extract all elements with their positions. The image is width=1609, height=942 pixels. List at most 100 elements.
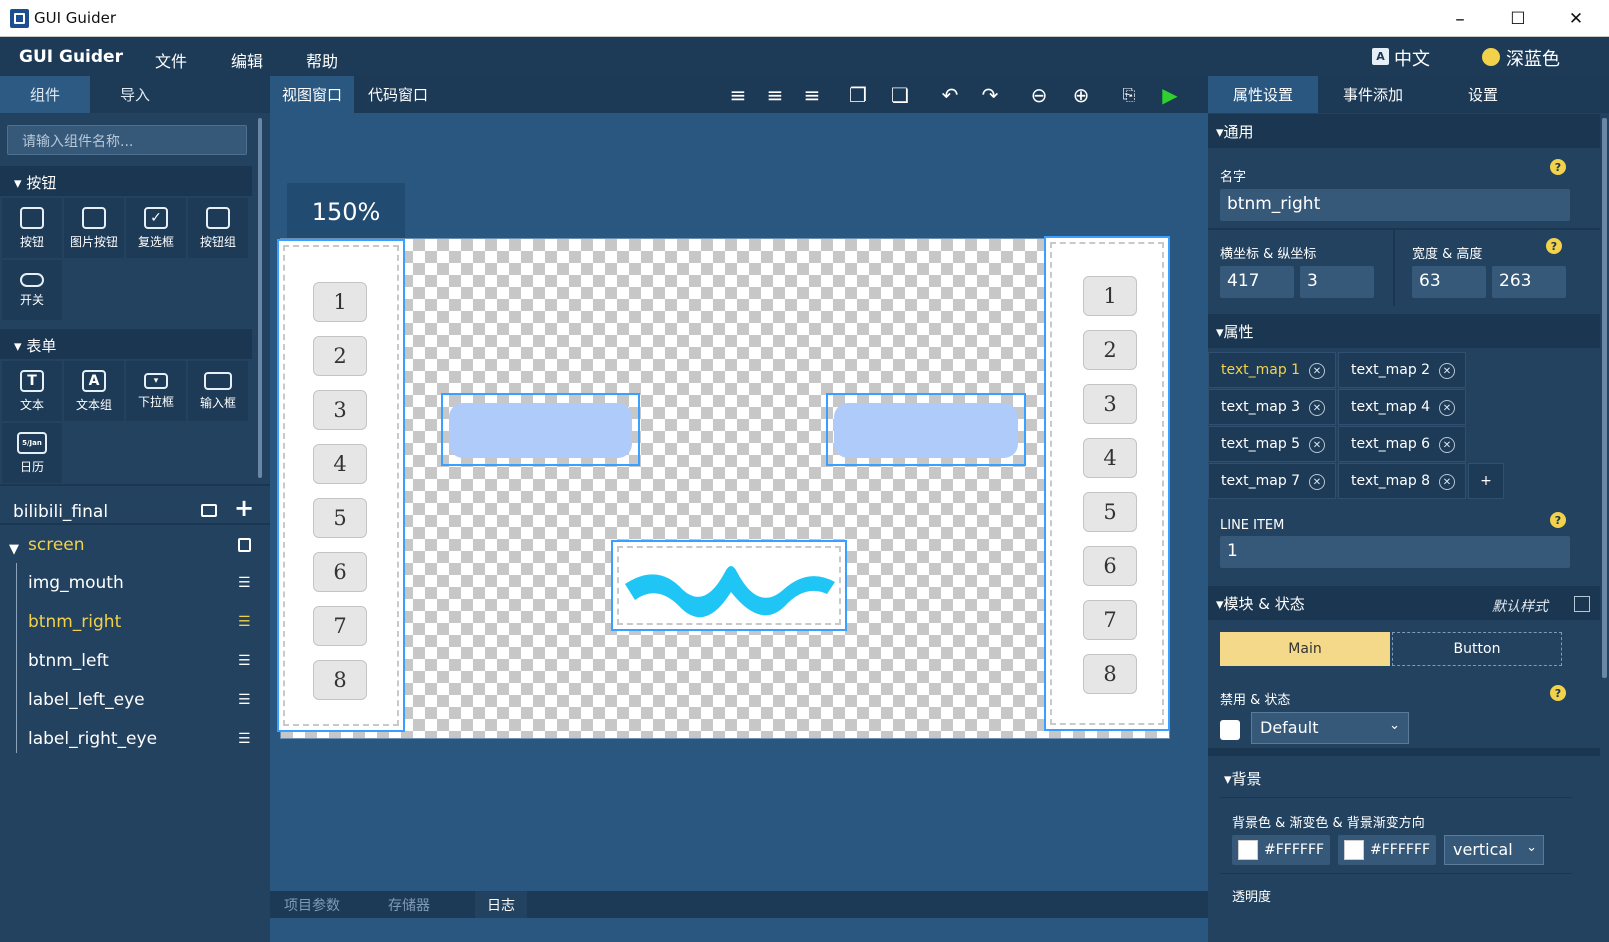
y-input[interactable]: 3 [1300,266,1374,298]
run-icon[interactable]: ▶ [1158,83,1182,107]
undo-icon[interactable]: ↶ [938,83,962,107]
btnm-right[interactable]: 1 2 3 4 5 6 7 8 [1044,236,1170,731]
layer-icon[interactable]: ☰ [238,692,256,708]
help-icon[interactable]: ? [1550,512,1566,528]
widget-button-group[interactable]: 按钮组 [188,198,248,258]
theme-button[interactable]: 深蓝色 [1506,45,1560,71]
close-icon[interactable]: ✕ [1309,400,1325,416]
widget-button[interactable]: 按钮 [2,198,62,258]
folder-icon[interactable] [201,504,217,517]
section-buttons[interactable]: ▾ 按钮 [0,166,252,196]
menu-file[interactable]: 文件 [155,48,187,72]
key-right[interactable]: 4 [1083,438,1137,478]
key-right[interactable]: 5 [1083,492,1137,532]
tree-root-screen[interactable]: screen [28,535,85,555]
widget-text-group[interactable]: A 文本组 [64,361,124,421]
bg-color-picker[interactable]: #FFFFFF [1232,835,1330,865]
tab-properties[interactable]: 属性设置 [1208,76,1318,113]
key-left[interactable]: 4 [313,444,367,484]
part-main-button[interactable]: Main [1220,632,1390,666]
menu-edit[interactable]: 编辑 [231,48,263,72]
align-right-icon[interactable]: ≡ [800,83,824,107]
close-icon[interactable]: ✕ [1439,437,1455,453]
widget-text[interactable]: T 文本 [2,361,62,421]
close-icon[interactable]: ✕ [1309,474,1325,490]
widget-dropdown[interactable]: ▾ 下拉框 [126,361,186,421]
widget-calendar[interactable]: 5/Jan 日历 [2,423,62,483]
layer-icon[interactable]: ☰ [238,614,256,630]
name-input[interactable]: btnm_right [1220,189,1570,221]
layer-icon[interactable]: ☰ [238,731,256,747]
help-icon[interactable]: ? [1550,159,1566,175]
close-icon[interactable]: ✕ [1439,363,1455,379]
tab-view-window[interactable]: 视图窗口 [270,76,355,113]
text-map-chip[interactable]: text_map 7 ✕ [1208,463,1336,499]
height-input[interactable]: 263 [1492,266,1566,298]
text-map-chip[interactable]: text_map 2 ✕ [1338,352,1466,388]
bg-gradient-picker[interactable]: #FFFFFF [1338,835,1436,865]
key-left[interactable]: 5 [313,498,367,538]
tree-item-btnm-right[interactable]: btnm_right [28,612,121,632]
tab-project-params[interactable]: 项目参数 [272,891,352,918]
widget-checkbox[interactable]: ✓ 复选框 [126,198,186,258]
section-props[interactable]: ▾属性 [1208,314,1600,348]
zoom-out-icon[interactable]: ⊖ [1027,83,1051,107]
label-right-eye[interactable] [826,393,1026,466]
text-map-chip[interactable]: text_map 5 ✕ [1208,426,1336,462]
minimize-button[interactable]: – [1431,0,1489,37]
copy-icon[interactable] [238,538,251,552]
key-left[interactable]: 8 [313,660,367,700]
close-icon[interactable]: ✕ [1309,437,1325,453]
tab-components[interactable]: 组件 [0,76,90,113]
text-map-chip[interactable]: text_map 6 ✕ [1338,426,1466,462]
layer-icon[interactable]: ☰ [238,653,256,669]
x-input[interactable]: 417 [1220,266,1294,298]
key-right[interactable]: 2 [1083,330,1137,370]
section-general[interactable]: ▾通用 [1208,114,1600,148]
help-icon[interactable]: ? [1550,685,1566,701]
text-map-chip[interactable]: text_map 8 ✕ [1338,463,1466,499]
tree-item-label-left-eye[interactable]: label_left_eye [28,690,145,710]
tab-import[interactable]: 导入 [90,76,270,113]
redo-icon[interactable]: ↷ [978,83,1002,107]
close-button[interactable]: ✕ [1547,0,1605,37]
send-backward-icon[interactable]: ❏ [888,83,912,107]
key-right[interactable]: 8 [1083,654,1137,694]
text-map-chip[interactable]: text_map 4 ✕ [1338,389,1466,425]
key-right[interactable]: 3 [1083,384,1137,424]
widget-image-button[interactable]: 图片按钮 [64,198,124,258]
help-icon[interactable]: ? [1546,238,1562,254]
key-left[interactable]: 6 [313,552,367,592]
gradient-direction-select[interactable]: vertical ⌄ [1444,835,1544,865]
align-left-icon[interactable]: ≡ [726,83,750,107]
bring-forward-icon[interactable]: ❐ [846,83,870,107]
tab-log[interactable]: 日志 [475,891,527,918]
close-icon[interactable]: ✕ [1439,400,1455,416]
section-forms[interactable]: ▾ 表单 [0,329,252,359]
img-mouth[interactable] [611,540,847,631]
generate-code-icon[interactable]: ⎘ [1117,83,1141,107]
text-map-chip[interactable]: text_map 1 ✕ [1208,352,1336,388]
section-background[interactable]: ▾背景 [1220,758,1572,798]
tab-storage[interactable]: 存储器 [376,891,442,918]
align-center-icon[interactable]: ≡ [763,83,787,107]
layer-icon[interactable]: ☰ [238,575,256,591]
key-left[interactable]: 3 [313,390,367,430]
width-input[interactable]: 63 [1412,266,1486,298]
tab-events[interactable]: 事件添加 [1318,76,1428,113]
key-right[interactable]: 7 [1083,600,1137,640]
tree-expand-icon[interactable]: ▼ [9,542,19,557]
add-text-map-button[interactable]: + [1468,463,1504,499]
design-canvas[interactable]: 1 2 3 4 5 6 7 8 1 2 3 4 5 6 7 8 [277,236,1170,739]
disable-checkbox[interactable] [1220,720,1240,740]
zoom-in-icon[interactable]: ⊕ [1069,83,1093,107]
key-right[interactable]: 1 [1083,276,1137,316]
key-right[interactable]: 6 [1083,546,1137,586]
add-icon[interactable]: + [234,494,254,522]
close-icon[interactable]: ✕ [1309,363,1325,379]
key-left[interactable]: 1 [313,282,367,322]
label-left-eye[interactable] [441,393,640,466]
maximize-button[interactable]: ☐ [1489,0,1547,37]
right-scrollbar[interactable] [1602,118,1607,678]
tree-item-img-mouth[interactable]: img_mouth [28,573,124,593]
